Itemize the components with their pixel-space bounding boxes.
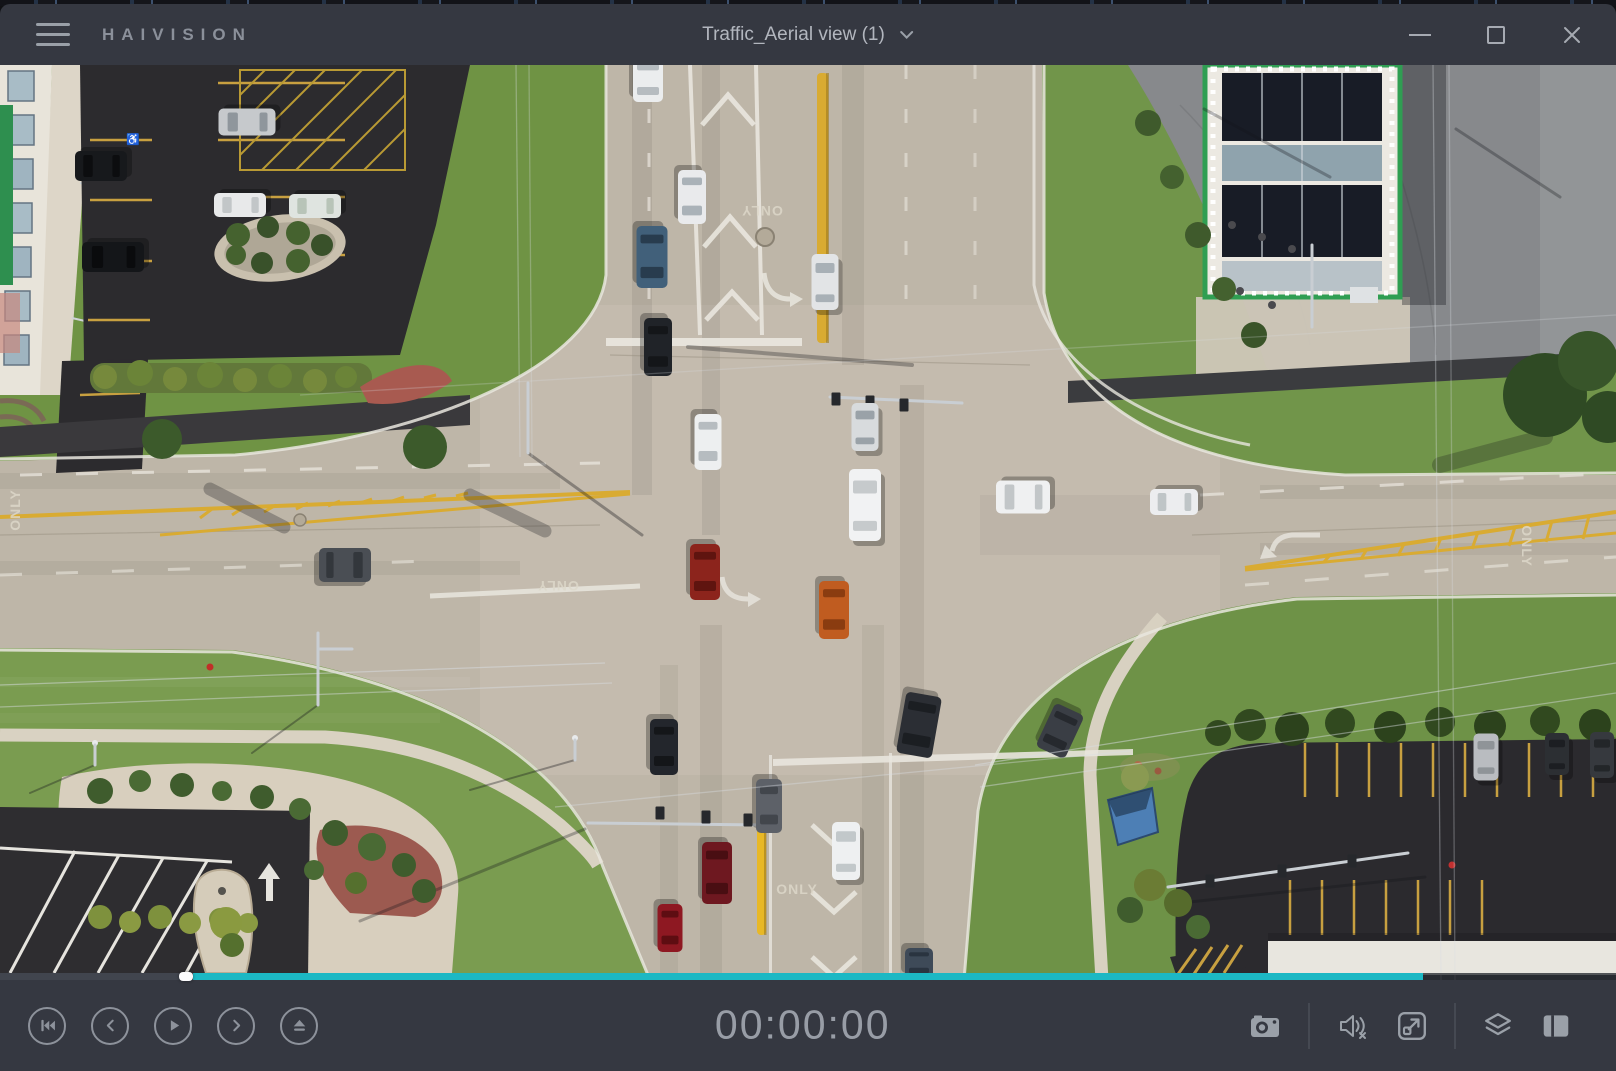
aerial-intersection-scene: ♿ [0,65,1616,980]
mute-button[interactable] [1336,1011,1370,1041]
seek-fill [193,973,1423,980]
maximize-button[interactable] [1458,4,1534,65]
lane-marking-only-east: ONLY [1519,525,1535,567]
resize-button[interactable] [1396,1010,1428,1042]
svg-text:♿: ♿ [126,133,140,146]
lane-marking-only-west: ONLY [537,578,579,594]
menu-button[interactable] [36,23,70,46]
chevron-left-icon [100,1015,121,1036]
video-title: Traffic_Aerial view (1) [702,24,885,46]
title-dropdown[interactable]: Traffic_Aerial view (1) [702,4,914,65]
lane-marking-only-north: ONLY [741,203,783,219]
camera-icon [1248,1012,1282,1040]
control-bar: 00:00:00 [0,980,1616,1071]
lane-marking-only-south: ONLY [776,881,818,897]
layers-icon [1482,1010,1514,1042]
divider [1308,1003,1310,1049]
brand-logo: HAIVISION [102,25,252,45]
eject-icon [289,1015,310,1036]
previous-button[interactable] [91,1007,129,1045]
window-controls [1382,4,1610,65]
seek-played [0,973,193,980]
volume-muted-icon [1336,1011,1370,1041]
panel-button[interactable] [1540,1010,1572,1042]
hamburger-icon [36,23,70,26]
utility-controls [1248,980,1616,1071]
seek-handle[interactable] [179,972,193,981]
maximize-icon [1487,26,1505,44]
divider [1454,1003,1456,1049]
video-frame[interactable]: ♿ [0,65,1616,980]
lane-marking-only-west-edge: ONLY [7,489,23,531]
layers-button[interactable] [1482,1010,1514,1042]
snapshot-button[interactable] [1248,1012,1282,1040]
play-button[interactable] [154,1007,192,1045]
minimize-button[interactable] [1382,4,1458,65]
title-bar: HAIVISION Traffic_Aerial view (1) [0,4,1616,65]
skip-start-button[interactable] [28,1007,66,1045]
seek-bar[interactable] [0,973,1616,980]
transport-controls [28,980,318,1071]
minimize-icon [1409,34,1431,36]
chevron-right-icon [226,1015,247,1036]
skip-to-start-icon [37,1015,58,1036]
close-button[interactable] [1534,4,1610,65]
timecode: 00:00:00 [715,1001,891,1048]
chevron-down-icon [899,30,914,40]
side-panel-icon [1540,1010,1572,1042]
close-icon [1562,25,1582,45]
next-button[interactable] [217,1007,255,1045]
app-window: HAIVISION Traffic_Aerial view (1) [0,0,1616,1071]
eject-button[interactable] [280,1007,318,1045]
resize-icon [1396,1010,1428,1042]
play-icon [163,1015,184,1036]
